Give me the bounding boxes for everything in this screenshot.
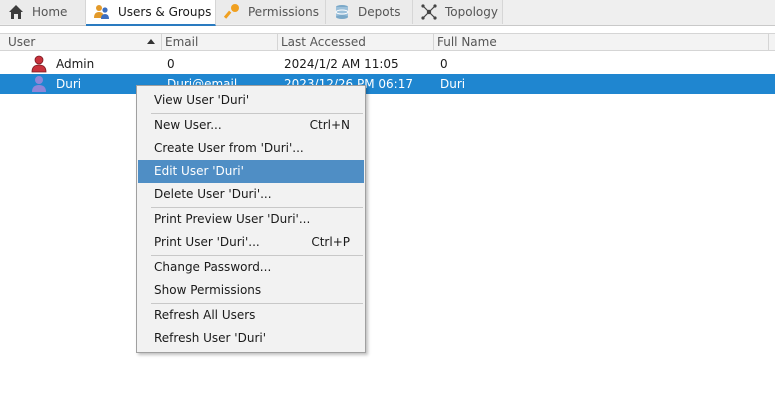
tab-label: Topology — [445, 5, 498, 19]
menu-item-refresh-all-users[interactable]: Refresh All Users — [138, 304, 364, 327]
cell-last-accessed: 2024/1/2 AM 11:05 — [284, 57, 399, 71]
cell-full-name: Duri — [440, 77, 466, 91]
menu-item-show-permissions[interactable]: Show Permissions — [138, 279, 364, 302]
menu-item-edit-user[interactable]: Edit User 'Duri' — [138, 160, 364, 183]
menu-item-label: Print User 'Duri'... — [154, 235, 260, 249]
tab-label: Depots — [358, 5, 401, 19]
topology-icon — [420, 3, 438, 21]
tab-depots[interactable]: Depots — [326, 0, 413, 24]
menu-item-label: Refresh All Users — [154, 308, 256, 322]
table-row[interactable]: Admin 0 2024/1/2 AM 11:05 0 — [0, 54, 775, 74]
database-icon — [333, 3, 351, 21]
tab-label: Users & Groups — [118, 5, 212, 19]
menu-item-delete-user[interactable]: Delete User 'Duri'... — [138, 183, 364, 206]
tab-label: Permissions — [248, 5, 319, 19]
menu-item-label: Change Password... — [154, 260, 272, 274]
menu-item-new-user[interactable]: New User... Ctrl+N — [138, 114, 364, 137]
column-header-last-accessed[interactable]: Last Accessed — [278, 34, 434, 50]
tab-users-groups[interactable]: Users & Groups — [86, 0, 216, 26]
user-icon — [30, 75, 48, 93]
menu-item-label: Create User from 'Duri'... — [154, 141, 304, 155]
column-label: Last Accessed — [281, 35, 366, 49]
cell-email: 0 — [167, 57, 175, 71]
home-icon — [7, 3, 25, 21]
menu-item-change-password[interactable]: Change Password... — [138, 256, 364, 279]
tab-home[interactable]: Home — [0, 0, 86, 24]
tab-permissions[interactable]: Permissions — [216, 0, 326, 24]
key-icon — [223, 3, 241, 21]
column-header-user[interactable]: User — [5, 34, 162, 50]
tab-topology[interactable]: Topology — [413, 0, 503, 24]
column-label: User — [8, 35, 36, 49]
users-groups-icon — [93, 3, 111, 21]
column-header-full-name[interactable]: Full Name — [434, 34, 769, 50]
table-row-selected[interactable]: Duri Duri@email... 2023/12/26 PM 06:17 D… — [0, 74, 775, 94]
menu-item-shortcut: Ctrl+P — [311, 235, 350, 249]
menu-item-label: Refresh User 'Duri' — [154, 331, 267, 345]
cell-full-name: 0 — [440, 57, 448, 71]
menu-item-shortcut: Ctrl+N — [309, 118, 350, 132]
table-header: User Email Last Accessed Full Name — [0, 33, 775, 51]
menu-item-label: Show Permissions — [154, 283, 262, 297]
menu-item-label: Print Preview User 'Duri'... — [154, 212, 311, 226]
admin-user-icon — [30, 55, 48, 73]
menu-item-print-user[interactable]: Print User 'Duri'... Ctrl+P — [138, 231, 364, 254]
menu-item-label: View User 'Duri' — [154, 93, 250, 107]
context-menu: View User 'Duri' New User... Ctrl+N Creat… — [136, 85, 366, 353]
menu-item-view-user[interactable]: View User 'Duri' — [138, 89, 364, 112]
sort-ascending-icon — [147, 39, 155, 44]
menu-item-label: Edit User 'Duri' — [154, 164, 244, 178]
tab-label: Home — [32, 5, 68, 19]
column-label: Full Name — [437, 35, 497, 49]
menu-item-label: Delete User 'Duri'... — [154, 187, 272, 201]
menu-item-refresh-user[interactable]: Refresh User 'Duri' — [138, 327, 364, 350]
menu-item-print-preview-user[interactable]: Print Preview User 'Duri'... — [138, 208, 364, 231]
tab-bar: Home Users & Groups Permissions Depots T… — [0, 0, 775, 26]
menu-item-create-user-from[interactable]: Create User from 'Duri'... — [138, 137, 364, 160]
cell-user: Admin — [56, 57, 95, 71]
menu-item-label: New User... — [154, 118, 222, 132]
column-header-email[interactable]: Email — [162, 34, 278, 50]
column-label: Email — [165, 35, 199, 49]
